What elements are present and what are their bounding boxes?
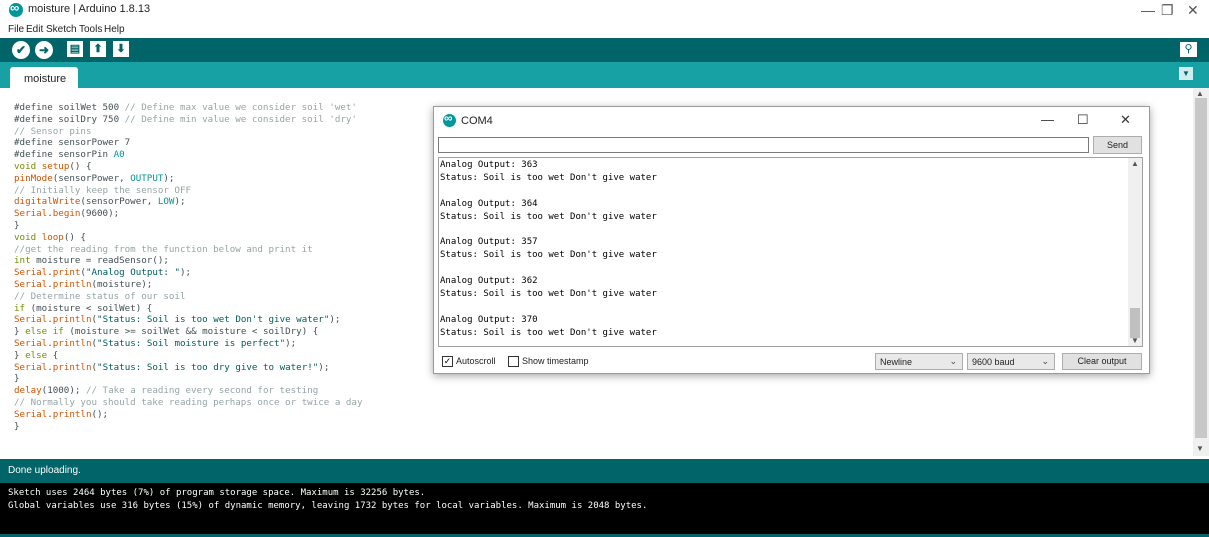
code-line[interactable]: #define sensorPower 7 [14,137,362,149]
console-line: Global variables use 316 bytes (15%) of … [8,501,648,511]
send-button[interactable]: Send [1093,136,1142,154]
sm-close-button[interactable]: ✕ [1120,112,1131,128]
tab-moisture[interactable]: moisture [10,67,78,88]
serial-output-line: Status: Soil is too wet Don't give water [440,250,657,261]
scroll-down-icon[interactable]: ▼ [1131,336,1139,345]
serial-output-line: Analog Output: 362 [440,276,538,287]
code-text[interactable]: #define soilWet 500 // Define max value … [14,102,362,432]
code-line[interactable]: // Normally you should take reading perh… [14,397,362,409]
close-button[interactable]: ✕ [1187,2,1199,19]
scroll-thumb[interactable] [1195,98,1207,438]
show-timestamp-checkbox[interactable] [508,356,519,367]
baud-rate-value: 9600 baud [972,357,1015,367]
code-line[interactable]: // Initially keep the sensor OFF [14,185,362,197]
code-line[interactable]: } [14,421,362,433]
code-line[interactable]: void loop() { [14,232,362,244]
serial-output-line: Status: Soil is too wet Don't give water [440,172,657,183]
serial-output-line: Analog Output: 357 [440,237,538,248]
tab-menu-icon[interactable]: ▼ [1179,67,1193,80]
code-line[interactable]: delay(1000); // Take a reading every sec… [14,385,362,397]
code-line[interactable]: Serial.println(); [14,409,362,421]
code-line[interactable]: Serial.println("Status: Soil moisture is… [14,338,362,350]
menu-help[interactable]: Help [104,24,125,35]
serial-output-line: Analog Output: 363 [440,160,538,170]
arduino-logo-icon [443,111,456,127]
menu-file[interactable]: File [8,24,24,35]
status-message: Done uploading. [8,465,81,476]
restore-button[interactable]: ❐ [1161,2,1174,19]
serial-output-line: Analog Output: 364 [440,198,538,209]
open-sketch-icon[interactable]: ⬆ [90,41,106,57]
code-line[interactable]: } [14,373,362,385]
code-line[interactable]: #define soilWet 500 // Define max value … [14,102,362,114]
console-line: Sketch uses 2464 bytes (7%) of program s… [8,488,426,498]
serial-monitor-title-bar: COM4 — ☐ ✕ [434,107,1149,133]
code-line[interactable]: Serial.print("Analog Output: "); [14,267,362,279]
code-line[interactable]: #define soilDry 750 // Define min value … [14,114,362,126]
serial-output-line: Status: Soil is too wet Don't give water [440,289,657,299]
code-line[interactable]: Serial.println("Status: Soil is too dry … [14,362,362,374]
serial-output-scrollbar[interactable]: ▲ ▼ [1128,158,1142,346]
serial-input-field[interactable] [438,137,1089,153]
new-sketch-icon[interactable]: ▤ [67,41,83,57]
sm-minimize-button[interactable]: — [1041,112,1054,127]
title-bar: moisture | Arduino 1.8.13 — ❐ ✕ [0,0,1209,22]
code-line[interactable]: // Determine status of our soil [14,291,362,303]
code-line[interactable]: } [14,220,362,232]
scroll-thumb[interactable] [1130,308,1140,338]
show-timestamp-label: Show timestamp [522,356,589,366]
menu-sketch[interactable]: Sketch [46,24,77,35]
tab-strip: moisture ▼ [0,62,1209,88]
code-line[interactable]: void setup() { [14,161,362,173]
serial-monitor-icon[interactable]: ⚲ [1180,42,1197,57]
code-line[interactable]: Serial.println("Status: Soil is too wet … [14,314,362,326]
window-title: moisture | Arduino 1.8.13 [28,3,151,15]
code-line[interactable]: } else if (moisture >= soilWet && moistu… [14,326,362,338]
line-ending-value: Newline [880,357,913,367]
code-line[interactable]: digitalWrite(sensorPower, LOW); [14,196,362,208]
baud-rate-select[interactable]: 9600 baud ⌄ [967,353,1055,370]
serial-output: ▲ ▼ Analog Output: 363 Status: Soil is to… [438,157,1143,347]
autoscroll-label: Autoscroll [456,356,496,366]
serial-monitor-window: COM4 — ☐ ✕ Send ▲ ▼ Analog Output: 363 St… [433,106,1150,374]
editor-scrollbar[interactable]: ▲ ▼ [1193,88,1209,456]
scroll-up-icon[interactable]: ▲ [1196,89,1204,98]
clear-output-button[interactable]: Clear output [1062,353,1142,370]
sm-maximize-button[interactable]: ☐ [1077,112,1089,128]
scroll-down-icon[interactable]: ▼ [1196,444,1204,453]
code-line[interactable]: } else { [14,350,362,362]
verify-icon[interactable]: ✔ [12,41,30,59]
chevron-down-icon: ⌄ [949,356,957,366]
code-line[interactable]: //get the reading from the function belo… [14,244,362,256]
code-line[interactable]: pinMode(sensorPower, OUTPUT); [14,173,362,185]
code-line[interactable]: // Sensor pins [14,126,362,138]
menu-bar: File Edit Sketch Tools Help [0,22,1209,38]
menu-edit[interactable]: Edit [26,24,43,35]
serial-output-line: Status: Soil is too wet Don't give water [440,211,657,222]
code-line[interactable]: #define sensorPin A0 [14,149,362,161]
console-output: Sketch uses 2464 bytes (7%) of program s… [0,483,1209,537]
code-line[interactable]: int moisture = readSensor(); [14,255,362,267]
autoscroll-checkbox[interactable]: ✓ [442,356,453,367]
serial-output-line: Status: Soil is too wet Don't give water [440,327,657,338]
serial-monitor-footer: ✓ Autoscroll Show timestamp Newline ⌄ 96… [434,351,1149,373]
status-bar: Done uploading. [0,459,1209,483]
chevron-down-icon: ⌄ [1041,356,1049,366]
minimize-button[interactable]: — [1141,2,1155,18]
toolbar: ✔ ➜ ▤ ⬆ ⬇ ⚲ [0,38,1209,62]
save-sketch-icon[interactable]: ⬇ [113,41,129,57]
serial-port-title: COM4 [461,115,493,127]
arduino-logo-icon [9,0,23,17]
serial-output-line: Analog Output: 370 [440,314,538,325]
upload-icon[interactable]: ➜ [35,41,53,59]
code-line[interactable]: Serial.begin(9600); [14,208,362,220]
menu-tools[interactable]: Tools [79,24,102,35]
code-line[interactable]: if (moisture < soilWet) { [14,303,362,315]
scroll-up-icon[interactable]: ▲ [1131,159,1139,168]
line-ending-select[interactable]: Newline ⌄ [875,353,963,370]
code-line[interactable]: Serial.println(moisture); [14,279,362,291]
